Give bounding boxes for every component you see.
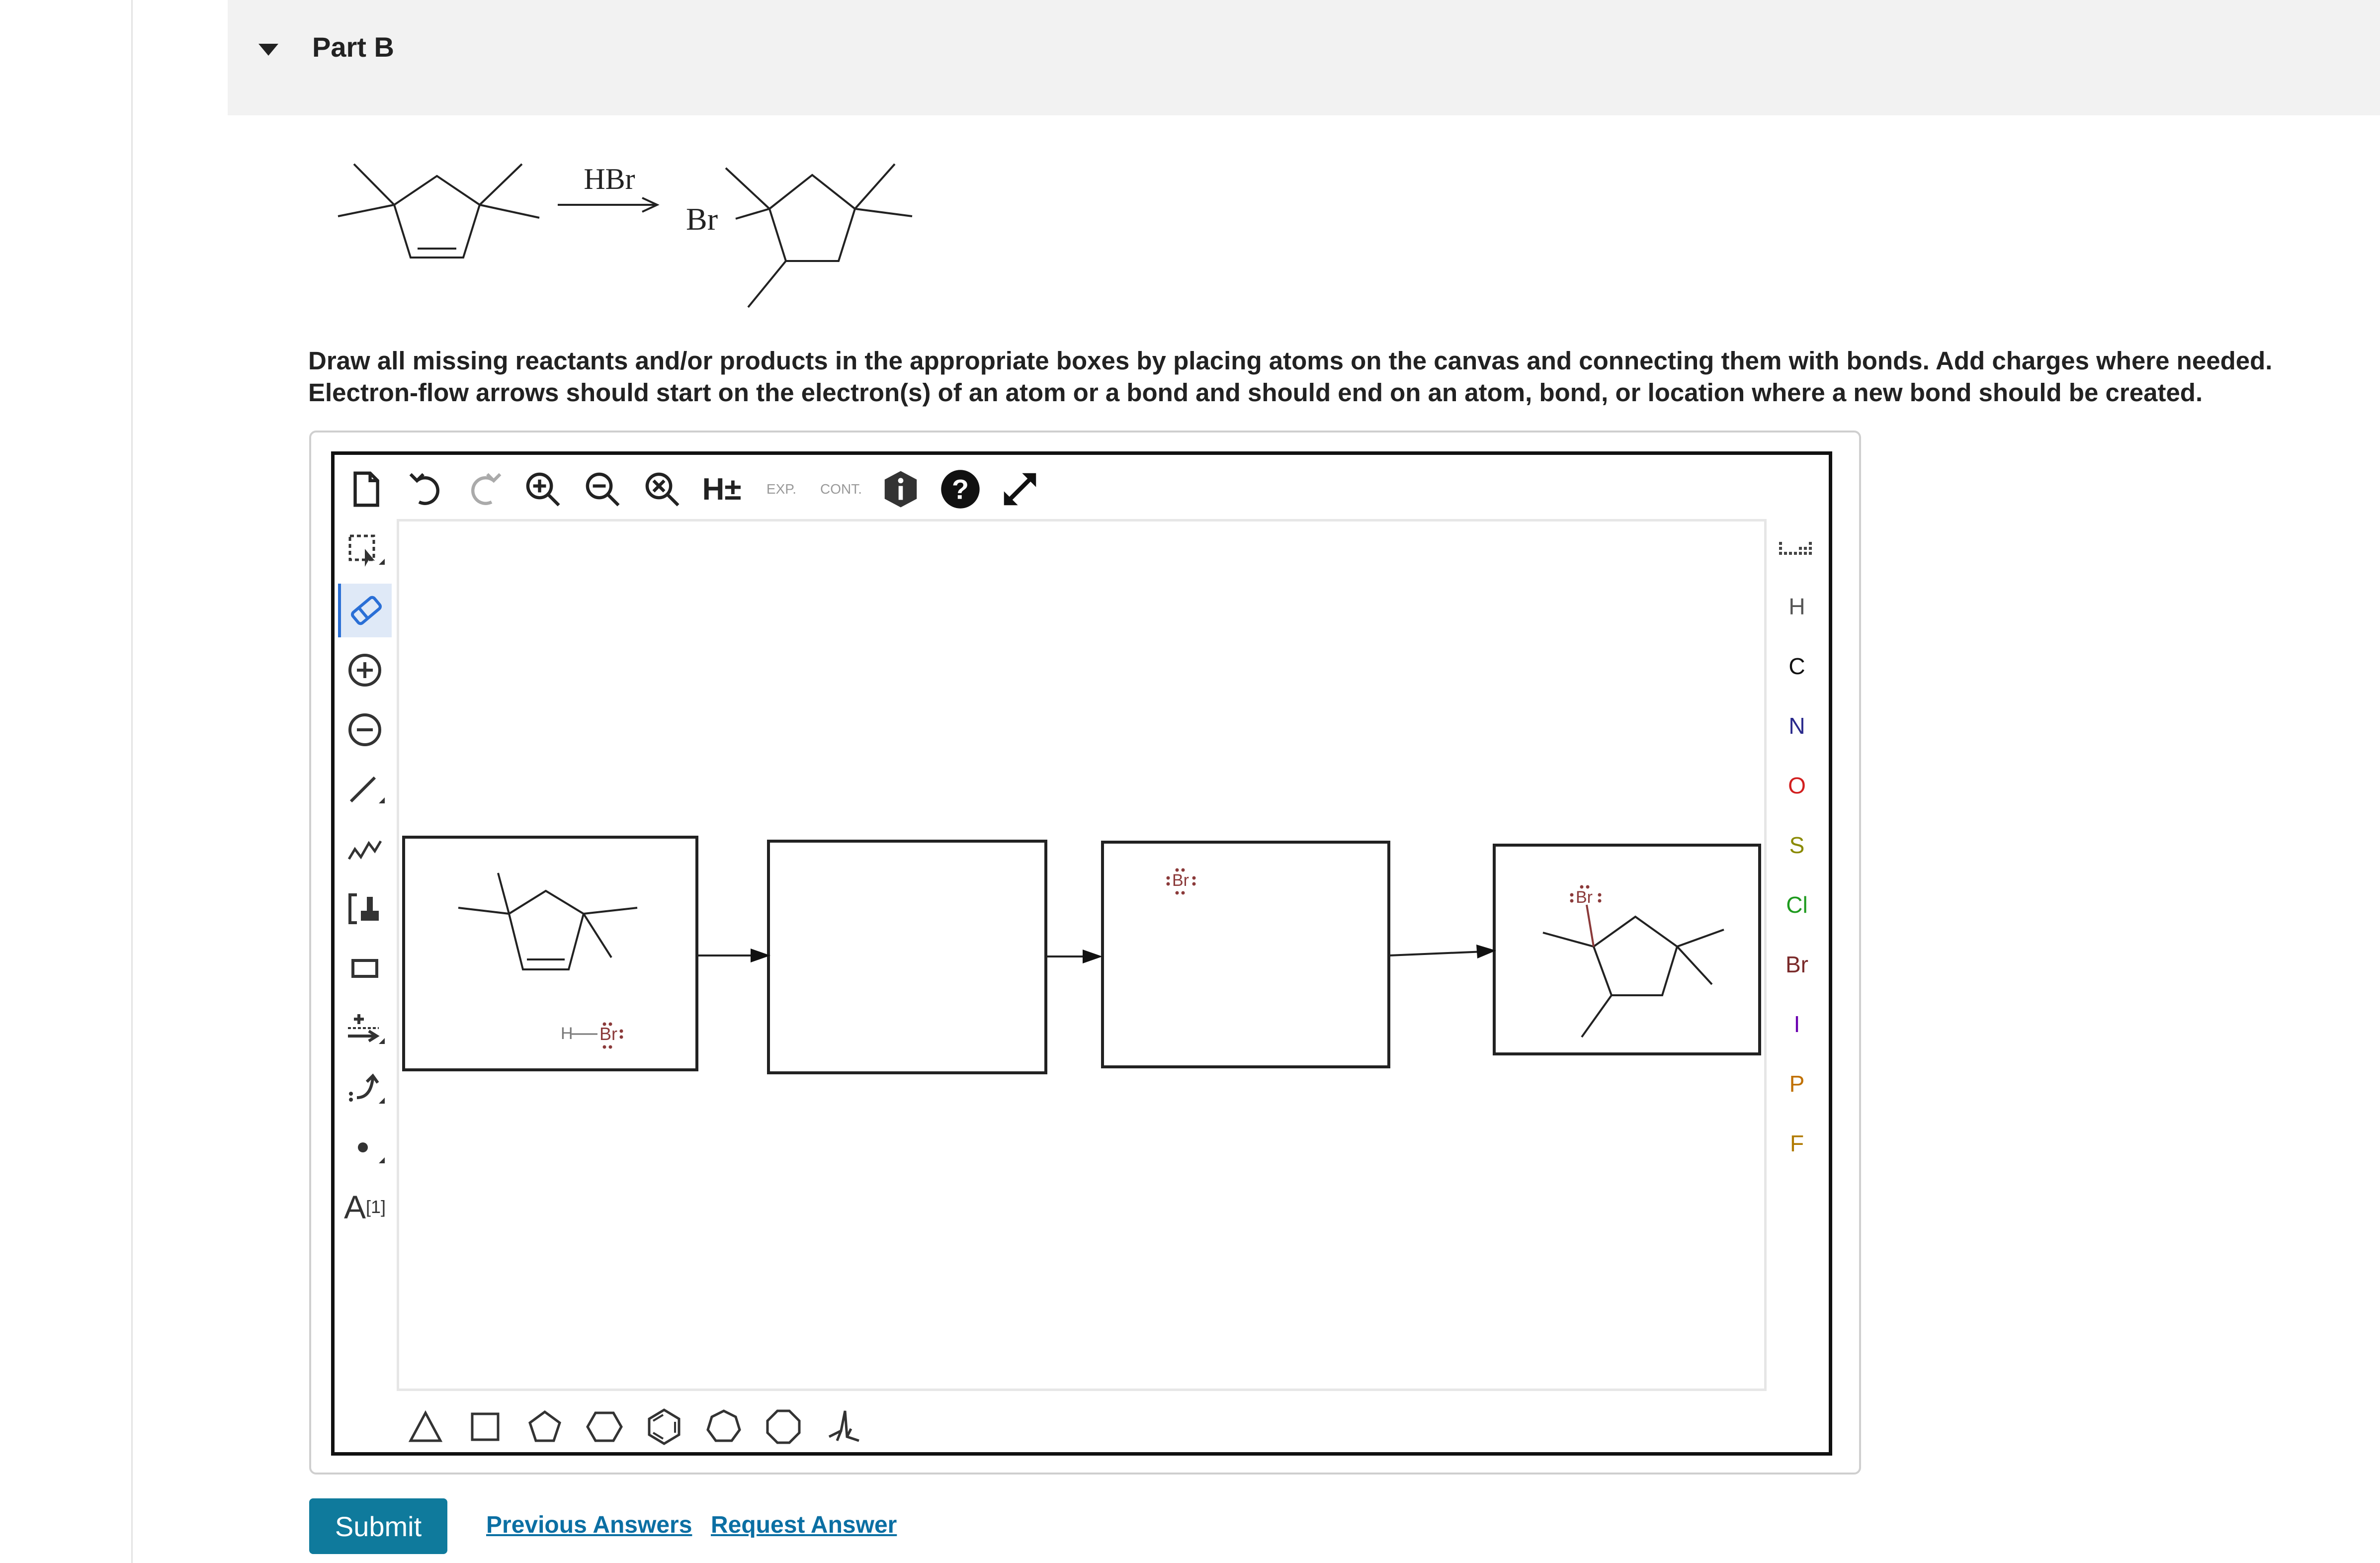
reaction-arrow-icon[interactable] bbox=[338, 1001, 392, 1055]
new-document-icon[interactable] bbox=[342, 465, 390, 513]
contract-icon[interactable]: CONT. bbox=[817, 465, 865, 513]
help-icon[interactable]: ? bbox=[936, 465, 984, 513]
zoom-out-icon[interactable] bbox=[579, 465, 626, 513]
radical-dot-icon[interactable] bbox=[338, 1121, 392, 1174]
eraser-icon[interactable] bbox=[338, 584, 392, 637]
heptagon-ring-icon[interactable] bbox=[699, 1402, 749, 1452]
expand-icon[interactable]: EXP. bbox=[758, 465, 805, 513]
element-p[interactable]: P bbox=[1770, 1059, 1824, 1109]
element-f[interactable]: F bbox=[1770, 1119, 1824, 1168]
periodic-table-icon[interactable] bbox=[1770, 525, 1824, 575]
element-n[interactable]: N bbox=[1770, 701, 1824, 751]
bracket-icon[interactable] bbox=[338, 882, 392, 936]
part-header[interactable] bbox=[228, 0, 2380, 115]
element-s[interactable]: S bbox=[1770, 820, 1824, 870]
canvas-drawing: H Br Br Br bbox=[402, 836, 1761, 1074]
product-br-atom: Br bbox=[1576, 888, 1593, 907]
chair-conformation-icon[interactable] bbox=[818, 1402, 868, 1452]
arrow-3 bbox=[1388, 951, 1485, 956]
hexagon-ring-icon[interactable] bbox=[580, 1402, 629, 1452]
answer-box-2 bbox=[767, 840, 1047, 1074]
previous-answers-link[interactable]: Previous Answers bbox=[486, 1511, 692, 1539]
positive-charge-icon[interactable] bbox=[338, 643, 392, 697]
text-label-tool[interactable]: A [1] bbox=[338, 1180, 392, 1234]
bromide-label: Br bbox=[1172, 871, 1189, 890]
svg-text:?: ? bbox=[952, 473, 969, 505]
zoom-in-icon[interactable] bbox=[519, 465, 567, 513]
reaction-scheme: HBr Br bbox=[338, 163, 913, 308]
hydrogen-toggle[interactable]: H± bbox=[698, 465, 746, 513]
answer-box-3 bbox=[1101, 841, 1390, 1068]
text-tool-sup: [1] bbox=[366, 1197, 386, 1217]
page-left-divider bbox=[131, 0, 133, 1563]
answer-box-4 bbox=[1493, 844, 1761, 1055]
collapse-caret-icon[interactable] bbox=[258, 44, 278, 56]
undo-icon[interactable] bbox=[402, 465, 449, 513]
element-br[interactable]: Br bbox=[1770, 940, 1824, 989]
benzene-ring-icon[interactable] bbox=[639, 1402, 689, 1452]
pentagon-ring-icon[interactable] bbox=[520, 1402, 570, 1452]
instructions-line-2: Electron-flow arrows should start on the… bbox=[308, 378, 2203, 407]
chain-icon[interactable] bbox=[338, 822, 392, 876]
submit-button[interactable]: Submit bbox=[309, 1498, 447, 1554]
instructions-line-1: Draw all missing reactants and/or produc… bbox=[308, 347, 2273, 375]
element-o[interactable]: O bbox=[1770, 761, 1824, 810]
negative-charge-icon[interactable] bbox=[338, 703, 392, 757]
request-answer-link[interactable]: Request Answer bbox=[711, 1511, 897, 1539]
select-lasso-icon[interactable] bbox=[338, 524, 392, 578]
octagon-ring-icon[interactable] bbox=[759, 1402, 808, 1452]
fullscreen-icon[interactable] bbox=[996, 465, 1044, 513]
product-br-label: Br bbox=[686, 201, 718, 237]
element-cl[interactable]: Cl bbox=[1770, 880, 1824, 930]
rectangle-icon[interactable] bbox=[338, 942, 392, 995]
square-ring-icon[interactable] bbox=[460, 1402, 510, 1452]
text-tool-glyph: A bbox=[343, 1189, 366, 1225]
reagent-label: HBr bbox=[584, 163, 635, 195]
triangle-ring-icon[interactable] bbox=[401, 1402, 450, 1452]
redo-icon[interactable] bbox=[461, 465, 509, 513]
part-title: Part B bbox=[312, 31, 394, 63]
single-bond-icon[interactable] bbox=[338, 763, 392, 816]
hbr-h-label: H bbox=[561, 1024, 573, 1043]
curved-arrow-icon[interactable] bbox=[338, 1061, 392, 1115]
zoom-reset-icon[interactable] bbox=[638, 465, 686, 513]
element-c[interactable]: C bbox=[1770, 641, 1824, 691]
info-icon[interactable] bbox=[877, 465, 925, 513]
element-i[interactable]: I bbox=[1770, 999, 1824, 1049]
hbr-br-label: Br bbox=[599, 1024, 617, 1044]
element-h[interactable]: H bbox=[1770, 582, 1824, 631]
instructions: Draw all missing reactants and/or produc… bbox=[308, 345, 2376, 409]
answer-box-1 bbox=[402, 836, 698, 1071]
